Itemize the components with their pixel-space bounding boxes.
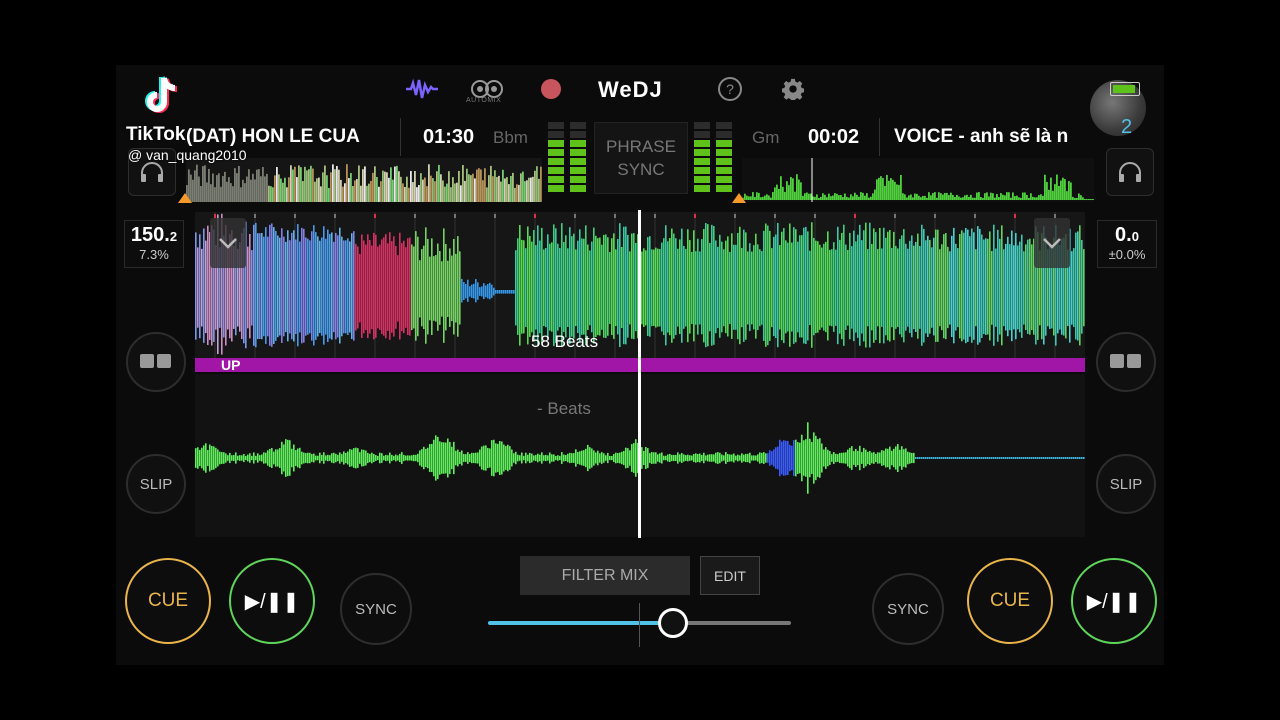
deck-a-position-marker xyxy=(178,193,192,203)
deck-b-key: Gm xyxy=(752,128,780,147)
deck-a-chevron-down-icon[interactable] xyxy=(210,218,246,268)
deck-b-overview-waveform[interactable] xyxy=(742,158,1094,202)
app-logo: WeDJ xyxy=(598,77,663,102)
deck-a-marker-label: UP xyxy=(221,357,241,373)
deck-a-play-pause-button[interactable]: ▶/❚❚ xyxy=(229,558,315,644)
phrase-sync-label-line1: PHRASE xyxy=(606,137,676,156)
deck-a-pad-mode-button[interactable] xyxy=(126,332,186,392)
deck-a-track-title: (DAT) HON LE CUA xyxy=(186,126,360,147)
deck-b-cue-button[interactable]: CUE xyxy=(967,558,1053,644)
deck-a-cue-button[interactable]: CUE xyxy=(125,558,211,644)
deck-b-play-pause-button[interactable]: ▶/❚❚ xyxy=(1071,558,1157,644)
deck-b-sync-button[interactable]: SYNC xyxy=(872,573,944,645)
deck-b-vu-meter-right xyxy=(716,122,732,196)
crossfader-knob[interactable] xyxy=(657,608,688,638)
battery-icon xyxy=(1110,82,1140,96)
deck-b-slip-button[interactable]: SLIP xyxy=(1096,454,1156,514)
deck-a-slip-button[interactable]: SLIP xyxy=(126,454,186,514)
deck-a-time: 01:30 xyxy=(423,126,475,148)
gear-icon[interactable] xyxy=(776,72,810,106)
deck-b-beats-label: - Beats xyxy=(537,399,591,418)
tiktok-watermark: TikTok xyxy=(126,124,186,145)
divider xyxy=(400,118,401,156)
deck-b-vu-meter xyxy=(694,122,710,196)
deck-b-pad-mode-button[interactable] xyxy=(1096,332,1156,392)
crossfader-center-line xyxy=(639,603,640,647)
deck-a-overview-waveform[interactable] xyxy=(186,158,542,202)
deck-b-chevron-down-icon[interactable] xyxy=(1034,218,1070,268)
phrase-sync-label-line2: SYNC xyxy=(617,160,665,179)
phrase-sync-button[interactable]: PHRASE SYNC xyxy=(594,122,688,194)
deck-a-vu-meter-right xyxy=(570,122,586,196)
deck-a-tempo-display[interactable]: 150.2 7.3% xyxy=(124,220,184,268)
waveform-icon[interactable] xyxy=(405,72,439,106)
record-icon[interactable] xyxy=(534,72,568,106)
tiktok-username: @ van_quang2010 xyxy=(128,147,247,163)
deck-a-pitch: 7.3% xyxy=(139,247,169,262)
divider xyxy=(879,118,880,156)
deck-b-position-marker xyxy=(732,193,746,203)
filter-mix-button[interactable]: FILTER MIX xyxy=(520,556,690,595)
automix-label: AUTOMIX xyxy=(466,97,502,104)
deck-b-tempo-display[interactable]: 0.0 ±0.0% xyxy=(1097,220,1157,268)
deck-a-key: Bbm xyxy=(493,128,528,147)
deck-b-pitch: ±0.0% xyxy=(1108,247,1146,262)
deck-a-bpm-int: 150. xyxy=(130,224,170,246)
playhead xyxy=(638,210,641,538)
tiktok-logo-icon xyxy=(140,74,182,123)
help-icon[interactable]: ? xyxy=(718,77,742,101)
deck-a-bpm-dec: 2 xyxy=(169,229,178,244)
deck-b-bpm-int: 0. xyxy=(1115,224,1132,246)
crossfader-track-left xyxy=(488,621,673,625)
deck-b-knob-number: 2 xyxy=(1121,116,1133,138)
deck-a-beats-label: 58 Beats xyxy=(531,332,599,351)
deck-b-bpm-dec: 0 xyxy=(1131,229,1139,244)
deck-b-track-title: VOICE - anh sẽ là n xyxy=(894,126,1069,147)
deck-a-sync-button[interactable]: SYNC xyxy=(340,573,412,645)
deck-b-headphone-button[interactable] xyxy=(1106,148,1154,196)
deck-a-vu-meter xyxy=(548,122,564,196)
crossfader-track-right xyxy=(672,621,791,625)
edit-button[interactable]: EDIT xyxy=(700,556,760,595)
deck-b-time: 00:02 xyxy=(808,126,860,148)
